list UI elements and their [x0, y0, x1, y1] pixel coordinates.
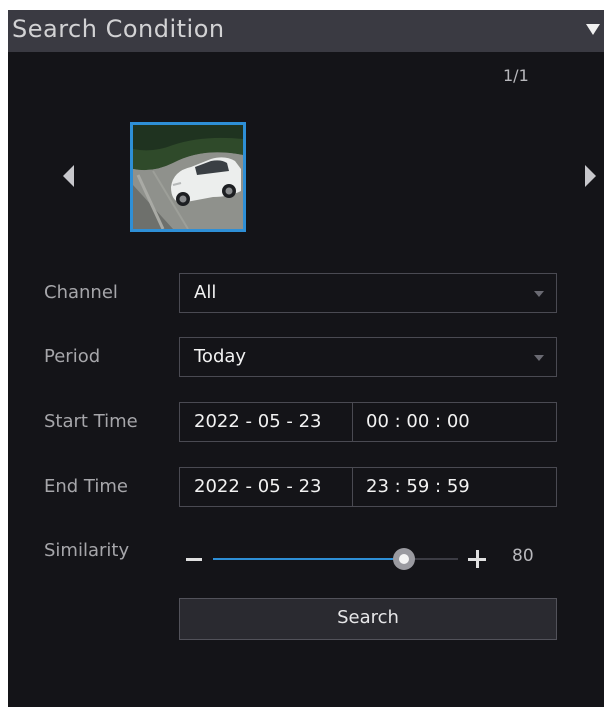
period-value: Today: [194, 346, 247, 367]
channel-select[interactable]: All: [179, 273, 557, 313]
end-time-label: End Time: [44, 476, 128, 497]
chevron-down-icon: [534, 291, 544, 297]
page-indicator: 1/1: [503, 66, 529, 85]
start-time-input[interactable]: 00 : 00 : 00: [366, 411, 470, 432]
similarity-value: 80: [512, 546, 534, 566]
panel-header[interactable]: Search Condition: [8, 10, 604, 52]
similarity-slider[interactable]: [213, 548, 458, 570]
panel-title: Search Condition: [12, 15, 225, 43]
end-time-field: 2022 - 05 - 23 23 : 59 : 59: [179, 467, 557, 507]
triangle-down-icon[interactable]: [586, 24, 600, 35]
minus-icon[interactable]: [186, 558, 202, 561]
end-date-input[interactable]: 2022 - 05 - 23: [194, 476, 322, 497]
slider-handle[interactable]: [393, 548, 415, 570]
end-time-input[interactable]: 23 : 59 : 59: [366, 476, 470, 497]
slider-fill: [213, 558, 404, 560]
field-divider: [352, 403, 353, 441]
triangle-right-icon[interactable]: [585, 165, 596, 187]
search-button[interactable]: Search: [179, 598, 557, 640]
triangle-left-icon[interactable]: [63, 165, 74, 187]
thumbnail-image: [133, 125, 243, 229]
start-time-label: Start Time: [44, 411, 138, 432]
channel-value: All: [194, 282, 217, 303]
field-divider: [352, 468, 353, 506]
period-label: Period: [44, 346, 101, 367]
face-thumbnail[interactable]: [130, 122, 246, 232]
start-time-field: 2022 - 05 - 23 00 : 00 : 00: [179, 402, 557, 442]
search-condition-panel: Search Condition 1/1 Channel All Period: [8, 10, 604, 707]
similarity-label: Similarity: [44, 540, 130, 561]
plus-icon[interactable]: [468, 550, 486, 568]
start-date-input[interactable]: 2022 - 05 - 23: [194, 411, 322, 432]
channel-label: Channel: [44, 282, 118, 303]
chevron-down-icon: [534, 355, 544, 361]
period-select[interactable]: Today: [179, 337, 557, 377]
